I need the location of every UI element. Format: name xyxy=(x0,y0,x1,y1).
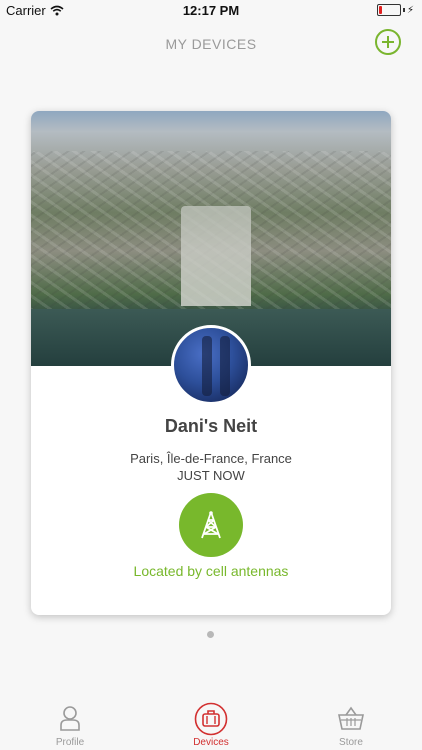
page-title: MY DEVICES xyxy=(165,36,257,52)
antenna-icon xyxy=(201,511,221,539)
page-indicator-dot[interactable] xyxy=(207,631,214,638)
battery-icon: ⚡ xyxy=(376,4,414,16)
tab-profile[interactable]: Profile xyxy=(30,700,110,750)
person-icon xyxy=(60,706,80,731)
device-card[interactable]: Dani's Neit Paris, Île-de-France, France… xyxy=(31,111,391,615)
add-device-button[interactable] xyxy=(375,29,401,55)
basket-icon xyxy=(338,706,364,730)
tab-label: Store xyxy=(339,737,363,748)
status-bar: Carrier 12:17 PM ⚡ xyxy=(0,0,422,22)
charging-icon: ⚡ xyxy=(406,4,414,16)
device-location: Paris, Île-de-France, France xyxy=(130,451,292,466)
status-time: 12:17 PM xyxy=(182,3,240,18)
bag-icon xyxy=(194,702,228,736)
tab-label: Devices xyxy=(193,737,229,748)
device-avatar[interactable] xyxy=(171,325,251,405)
tab-devices[interactable]: Devices xyxy=(171,700,251,750)
located-by-label: Located by cell antennas xyxy=(133,563,289,579)
device-name: Dani's Neit xyxy=(164,416,258,436)
header: MY DEVICES xyxy=(0,22,422,66)
tab-label: Profile xyxy=(55,737,85,748)
tab-bar: Profile Devices Store xyxy=(0,700,422,750)
tab-store[interactable]: Store xyxy=(311,700,391,750)
cell-antenna-button[interactable] xyxy=(179,493,243,557)
last-seen-time: JUST NOW xyxy=(177,468,245,483)
